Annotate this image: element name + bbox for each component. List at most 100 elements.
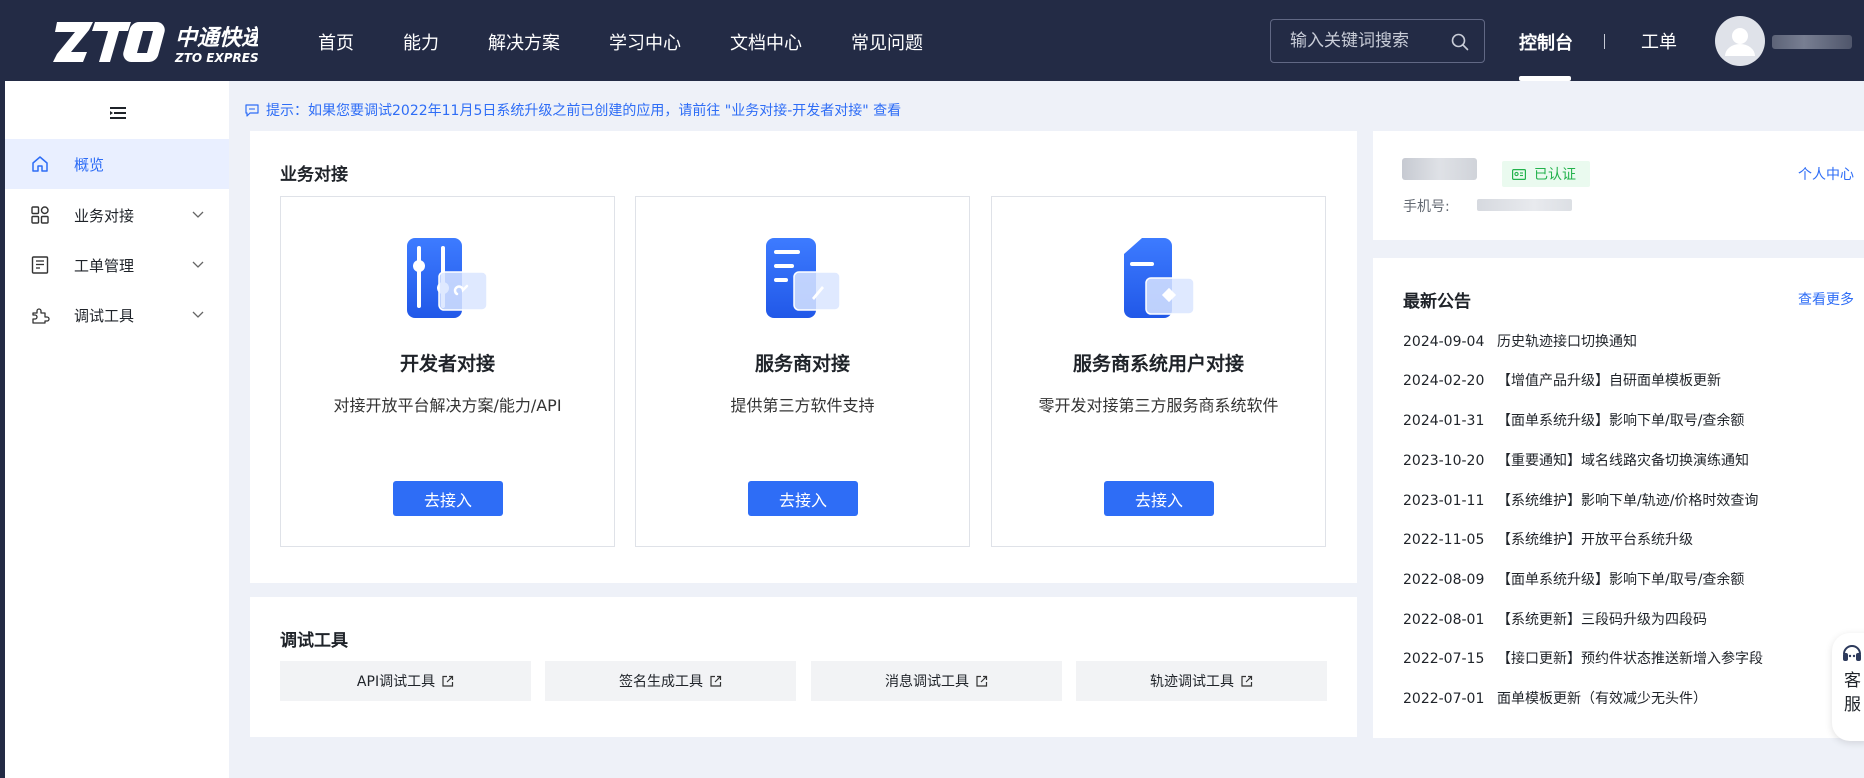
customer-service-label-char: 客 <box>1844 671 1861 691</box>
announcement-text: 【接口更新】预约件状态推送新增入参字段 <box>1497 651 1763 667</box>
chevron-down-icon <box>192 311 204 318</box>
top-navigation-bar: 中通快递 ZTO EXPRESS 首页 能力 解决方案 学习中心 文档中心 常见… <box>5 0 1864 81</box>
card-description: 零开发对接第三方服务商系统软件 <box>1038 396 1279 415</box>
developer-card: 开发者对接 对接开放平台解决方案/能力/API 去接入 <box>280 196 615 547</box>
external-link-icon <box>1241 675 1253 687</box>
customer-service-label-char: 服 <box>1844 695 1861 715</box>
announcement-text: 【系统维护】影响下单/轨迹/价格时效查询 <box>1497 493 1759 509</box>
user-icon <box>1725 28 1755 56</box>
sidebar-item-debug-tools[interactable]: 调试工具 <box>5 290 229 340</box>
phone-number-redacted <box>1477 199 1572 211</box>
developer-icon <box>407 238 488 318</box>
nav-learning-center[interactable]: 学习中心 <box>609 0 681 81</box>
sidebar-item-overview[interactable]: 概览 <box>5 139 229 189</box>
verified-label: 已认证 <box>1534 167 1576 183</box>
view-more-link[interactable]: 查看更多 <box>1798 289 1854 309</box>
notice-text: 提示：如果您要调试2022年11月5日系统升级之前已创建的应用，请前往 "业务对… <box>266 103 902 119</box>
user-avatar[interactable] <box>1715 16 1765 66</box>
announcement-date: 2022-08-01 <box>1403 612 1485 628</box>
message-debug-tool-button[interactable]: 消息调试工具 <box>811 661 1062 701</box>
announcement-date: 2022-07-01 <box>1403 691 1485 707</box>
announcement-text: 【系统更新】三段码升级为四段码 <box>1497 612 1707 628</box>
announcement-item[interactable]: 2022-08-09 【面单系统升级】影响下单/取号/查余额 <box>1403 569 1744 589</box>
zto-logo[interactable]: 中通快递 ZTO EXPRESS <box>53 18 258 66</box>
tool-label: 轨迹调试工具 <box>1150 674 1234 690</box>
svg-text:ZTO EXPRESS: ZTO EXPRESS <box>174 51 258 65</box>
announcement-item[interactable]: 2022-07-15 【接口更新】预约件状态推送新增入参字段 <box>1403 648 1763 668</box>
service-provider-connect-button[interactable]: 去接入 <box>748 481 858 516</box>
tool-label: 消息调试工具 <box>885 674 969 690</box>
announcement-text: 【面单系统升级】影响下单/取号/查余额 <box>1497 413 1745 429</box>
search-icon[interactable] <box>1451 33 1469 51</box>
announcement-text: 【面单系统升级】影响下单/取号/查余额 <box>1497 572 1745 588</box>
announcement-date: 2024-01-31 <box>1403 413 1485 429</box>
menu-collapse-icon[interactable] <box>110 106 126 120</box>
sidebar-item-label: 调试工具 <box>74 306 135 325</box>
system-notice[interactable]: 提示：如果您要调试2022年11月5日系统升级之前已创建的应用，请前往 "业务对… <box>245 100 901 120</box>
home-icon <box>32 156 48 172</box>
nav-solutions[interactable]: 解决方案 <box>488 0 560 81</box>
debug-tools-title: 调试工具 <box>280 631 348 651</box>
main-nav: 首页 能力 解决方案 学习中心 文档中心 常见问题 <box>318 0 972 81</box>
card-title: 开发者对接 <box>399 353 495 375</box>
developer-connect-button[interactable]: 去接入 <box>393 481 503 516</box>
announcement-item[interactable]: 2022-11-05 【系统维护】开放平台系统升级 <box>1403 529 1693 549</box>
personal-center-link[interactable]: 个人中心 <box>1798 164 1854 184</box>
announcement-date: 2024-02-20 <box>1403 373 1485 389</box>
search-input[interactable] <box>1271 20 1451 62</box>
nav-home[interactable]: 首页 <box>318 0 354 81</box>
username-redacted[interactable] <box>1772 35 1852 49</box>
sidebar-item-ticket-management[interactable]: 工单管理 <box>5 240 229 290</box>
announcement-item[interactable]: 2024-09-04 历史轨迹接口切换通知 <box>1403 331 1637 351</box>
announcement-text: 历史轨迹接口切换通知 <box>1497 334 1637 350</box>
ticket-icon <box>31 256 49 274</box>
nav-capability[interactable]: 能力 <box>403 0 439 81</box>
announcement-text: 【重要通知】域名线路灾备切换演练通知 <box>1497 453 1749 469</box>
chevron-down-icon <box>192 261 204 268</box>
external-link-icon <box>976 675 988 687</box>
system-user-card: 服务商系统用户对接 零开发对接第三方服务商系统软件 去接入 <box>991 196 1326 547</box>
api-debug-tool-button[interactable]: API调试工具 <box>280 661 531 701</box>
announcement-item[interactable]: 2023-10-20 【重要通知】域名线路灾备切换演练通知 <box>1403 450 1749 470</box>
service-provider-card: 服务商对接 提供第三方软件支持 去接入 <box>635 196 970 547</box>
announcement-item[interactable]: 2022-08-01 【系统更新】三段码升级为四段码 <box>1403 609 1707 629</box>
customer-service-button[interactable]: 客 服 <box>1832 633 1864 741</box>
announcement-date: 2022-11-05 <box>1403 532 1485 548</box>
nav-faq[interactable]: 常见问题 <box>851 0 923 81</box>
announcement-text: 面单模板更新（有效减少无头件） <box>1497 691 1707 707</box>
system-user-icon <box>1124 238 1195 318</box>
card-title: 服务商对接 <box>754 353 850 375</box>
sidebar: 概览 业务对接 工单管理 调试工具 <box>5 81 229 778</box>
system-user-connect-button[interactable]: 去接入 <box>1104 481 1214 516</box>
chevron-down-icon <box>192 211 204 218</box>
announcement-item[interactable]: 2024-01-31 【面单系统升级】影响下单/取号/查余额 <box>1403 410 1744 430</box>
announcement-item[interactable]: 2023-01-11 【系统维护】影响下单/轨迹/价格时效查询 <box>1403 490 1758 510</box>
nav-console[interactable]: 控制台 <box>1519 0 1573 81</box>
nav-divider <box>1604 34 1605 49</box>
message-icon <box>245 103 259 117</box>
customer-service-label: 客 服 <box>1844 669 1864 717</box>
tool-label: 签名生成工具 <box>619 674 703 690</box>
track-debug-tool-button[interactable]: 轨迹调试工具 <box>1076 661 1327 701</box>
sidebar-item-label: 业务对接 <box>74 206 135 225</box>
sidebar-item-business[interactable]: 业务对接 <box>5 190 229 240</box>
profile-panel <box>1373 131 1864 240</box>
announcement-text: 【增值产品升级】自研面单模板更新 <box>1497 373 1721 389</box>
signature-tool-button[interactable]: 签名生成工具 <box>545 661 796 701</box>
announcement-item[interactable]: 2024-02-20 【增值产品升级】自研面单模板更新 <box>1403 370 1721 390</box>
svg-text:中通快递: 中通快递 <box>175 25 258 51</box>
announcement-item[interactable]: 2022-07-01 面单模板更新（有效减少无头件） <box>1403 688 1707 708</box>
announcement-date: 2023-10-20 <box>1403 453 1485 469</box>
external-link-icon <box>442 675 454 687</box>
nav-doc-center[interactable]: 文档中心 <box>730 0 802 81</box>
account-name-redacted <box>1402 158 1477 180</box>
tool-label: API调试工具 <box>356 674 436 690</box>
announcements-title: 最新公告 <box>1403 292 1471 312</box>
card-title: 服务商系统用户对接 <box>1072 353 1244 375</box>
id-card-icon <box>1512 168 1526 180</box>
phone-label: 手机号: <box>1403 199 1450 215</box>
announcement-date: 2023-01-11 <box>1403 493 1485 509</box>
card-description: 对接开放平台解决方案/能力/API <box>333 396 562 415</box>
search-box <box>1270 19 1485 63</box>
nav-ticket[interactable]: 工单 <box>1641 0 1677 81</box>
